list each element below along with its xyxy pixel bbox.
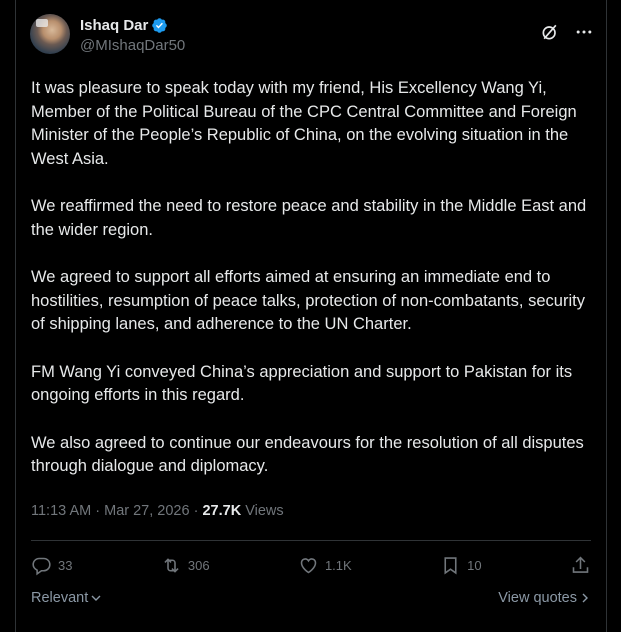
views-count[interactable]: 27.7K: [202, 503, 241, 519]
bookmark-icon: [444, 556, 457, 574]
meta-separator: ·: [95, 503, 101, 519]
header-actions: [540, 22, 594, 42]
meta-separator: ·: [193, 503, 199, 519]
handle[interactable]: @MIshaqDar50: [80, 37, 185, 54]
avatar[interactable]: [30, 14, 70, 54]
tweet-paragraph: We reaffirmed the need to restore peace …: [31, 197, 591, 239]
reply-icon: [32, 557, 51, 575]
verified-badge-icon: [152, 17, 168, 33]
grok-icon[interactable]: [540, 22, 560, 42]
view-quotes-link[interactable]: View quotes: [498, 590, 591, 606]
bookmark-button[interactable]: 10: [440, 555, 482, 576]
views-label: Views: [245, 503, 284, 519]
author-info: Ishaq Dar @MIshaqDar50: [80, 15, 185, 55]
sort-replies-button[interactable]: Relevant: [31, 590, 102, 606]
tweet-header: Ishaq Dar @MIshaqDar50: [30, 14, 594, 58]
reply-count: 33: [58, 557, 73, 573]
replies-footer: Relevant View quotes: [31, 588, 591, 608]
tweet-paragraph: FM Wang Yi conveyed China’s appreciation…: [31, 362, 577, 405]
like-button[interactable]: 1.1K: [298, 555, 352, 576]
post-time[interactable]: 11:13 AM: [31, 503, 91, 519]
repost-button[interactable]: 306: [161, 555, 210, 576]
tweet-text: It was pleasure to speak today with my f…: [31, 77, 596, 503]
post-date[interactable]: Mar 27, 2026: [104, 503, 189, 519]
share-icon: [572, 556, 589, 573]
chevron-right-icon: [582, 593, 588, 603]
bookmark-count: 10: [467, 557, 482, 573]
chevron-down-icon: [91, 595, 101, 601]
heart-icon: [300, 557, 317, 573]
display-name-row: Ishaq Dar: [80, 15, 185, 35]
tweet-paragraph: We agreed to support all efforts aimed a…: [31, 268, 590, 333]
tweet-card: Ishaq Dar @MIshaqDar50 It was pleasure t…: [15, 0, 607, 632]
view-quotes-label: View quotes: [498, 590, 577, 606]
repost-count: 306: [187, 557, 210, 573]
sort-label: Relevant: [31, 590, 89, 606]
display-name[interactable]: Ishaq Dar: [80, 17, 148, 34]
more-icon[interactable]: [574, 22, 594, 42]
action-bar: 33 306 1.1K 10: [31, 553, 591, 577]
tweet-meta: 11:13 AM · Mar 27, 2026 · 27.7K Views: [31, 503, 284, 519]
tweet-paragraph: We also agreed to continue our endeavour…: [31, 433, 589, 476]
reply-button[interactable]: 33: [31, 555, 72, 576]
tweet-paragraph: It was pleasure to speak today with my f…: [31, 79, 582, 168]
repost-icon: [164, 557, 179, 573]
like-count: 1.1K: [324, 557, 352, 573]
share-button[interactable]: [570, 555, 591, 576]
divider: [31, 540, 591, 541]
